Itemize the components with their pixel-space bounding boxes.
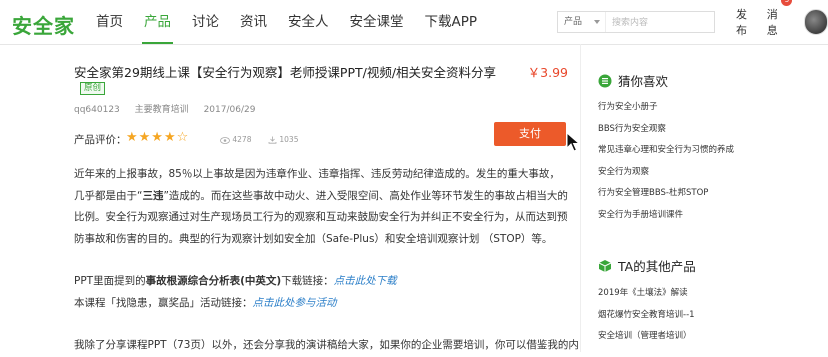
downloads-stat: 1035	[268, 135, 298, 144]
messages-button[interactable]: 消息 5	[766, 0, 793, 38]
product-title: 安全家第29期线上课【安全行为观察】老师授课PPT/视频/相关安全资料分享	[74, 65, 497, 80]
other-product-item[interactable]: 烟花爆竹安全教育培训--1	[598, 305, 695, 327]
search-input[interactable]	[606, 12, 714, 32]
messages-label: 消息	[766, 8, 778, 37]
text-span: 下载链接：	[281, 275, 334, 287]
eye-icon	[220, 136, 230, 144]
messages-count-badge: 5	[781, 0, 793, 6]
activity-link-paragraph: 本课程「找隐患，赢奖品」活动链接：点击此处参与活动	[74, 293, 570, 315]
search-box: 产品	[557, 11, 715, 33]
other-products-title: TA的其他产品	[618, 259, 696, 274]
description-paragraph-1: 近年来的上报事故，85％以上事故是因为违章作业、违章指挥、违反劳动纪律造成的。发…	[74, 164, 570, 250]
search-category-select[interactable]: 产品	[558, 12, 606, 32]
other-products-list: 2019年《土壤法》解读 烟花爆竹安全教育培训--1 安全培训（管理者培训）	[598, 283, 695, 348]
download-icon	[268, 136, 277, 144]
rating-label: 产品评价：	[74, 134, 127, 146]
nav-discussion[interactable]: 讨论	[192, 0, 219, 44]
site-logo[interactable]: 安全家	[12, 10, 75, 39]
guess-item[interactable]: BBS行为安全观察	[598, 119, 734, 141]
guess-you-like-title: 猜你喜欢	[618, 74, 669, 89]
column-divider	[580, 44, 581, 352]
description-paragraph-4: 我除了分享课程PPT（73页）以外，还会分享我的演讲稿给大家，如果你的企业需要培…	[74, 339, 579, 351]
pay-button[interactable]: 支付	[494, 122, 566, 146]
main-nav: 首页 产品 讨论 资讯 安全人 安全课堂 下载APP	[96, 0, 498, 44]
publish-button[interactable]: 发布	[736, 6, 756, 38]
product-description: 近年来的上报事故，85％以上事故是因为违章作业、违章指挥、违反劳动纪律造成的。发…	[74, 164, 579, 357]
list-icon	[598, 74, 612, 87]
download-link-paragraph: PPT里面提到的事故根源综合分析表(中英文)下载链接：点击此处下载	[74, 271, 570, 293]
guess-item[interactable]: 常见违章心理和安全行为习惯的养成	[598, 140, 734, 162]
chevron-down-icon	[594, 20, 600, 24]
nav-products[interactable]: 产品	[142, 0, 173, 44]
rating-row: 产品评价： ★★★★☆ 4278 1035 支付	[74, 122, 580, 152]
product-price: ￥3.99	[527, 65, 568, 80]
nav-home[interactable]: 首页	[96, 0, 123, 44]
cube-icon	[598, 259, 612, 272]
views-stat: 4278	[220, 135, 251, 144]
guess-you-like-list: 行为安全小册子 BBS行为安全观察 常见违章心理和安全行为习惯的养成 安全行为观…	[598, 97, 734, 226]
views-count: 4278	[232, 135, 252, 144]
top-navigation-bar: 安全家 首页 产品 讨论 资讯 安全人 安全课堂 下载APP 产品 发布 消息 …	[0, 0, 828, 45]
search-category-label: 产品	[564, 17, 583, 27]
download-link[interactable]: 点击此处下载	[334, 275, 397, 287]
text-span: 本课程「找隐患，赢奖品」活动链接：	[74, 296, 253, 309]
product-category[interactable]: 主要教育培训	[135, 105, 189, 115]
rating-stars: ★★★★☆	[126, 130, 190, 145]
activity-link[interactable]: 点击此处参与活动	[253, 297, 337, 309]
downloads-count: 1035	[279, 135, 299, 144]
nav-download-app[interactable]: 下载APP	[425, 0, 478, 44]
avatar[interactable]	[804, 9, 828, 35]
text-span: PPT里面提到的	[74, 275, 146, 287]
guess-item[interactable]: 安全行为手册培训课件	[598, 205, 734, 227]
product-title-row: 安全家第29期线上课【安全行为观察】老师授课PPT/视频/相关安全资料分享 ￥3…	[74, 62, 574, 81]
other-product-item[interactable]: 2019年《土壤法》解读	[598, 283, 695, 305]
other-product-item[interactable]: 安全培训（管理者培训）	[598, 326, 695, 348]
mouse-cursor-icon	[566, 132, 580, 152]
product-meta: qq640123 主要教育培训 2017/06/29	[74, 102, 267, 115]
guess-item[interactable]: 行为安全管理BBS-杜邦STOP	[598, 183, 734, 205]
other-products-heading: TA的其他产品	[598, 256, 696, 275]
nav-news[interactable]: 资讯	[240, 0, 267, 44]
guess-item[interactable]: 安全行为观察	[598, 162, 734, 184]
original-tag: 原创	[80, 82, 106, 95]
user-actions: 发布 消息 5	[736, 0, 828, 44]
nav-safety-people[interactable]: 安全人	[288, 0, 329, 44]
bold-text: 三违	[142, 189, 164, 202]
nav-safety-class[interactable]: 安全课堂	[350, 0, 404, 44]
bold-text: 事故根源综合分析表(中英文)	[145, 275, 282, 287]
guess-item[interactable]: 行为安全小册子	[598, 97, 734, 119]
author-link[interactable]: qq640123	[74, 105, 120, 115]
publish-date: 2017/06/29	[203, 105, 256, 115]
guess-you-like-heading: 猜你喜欢	[598, 71, 668, 90]
